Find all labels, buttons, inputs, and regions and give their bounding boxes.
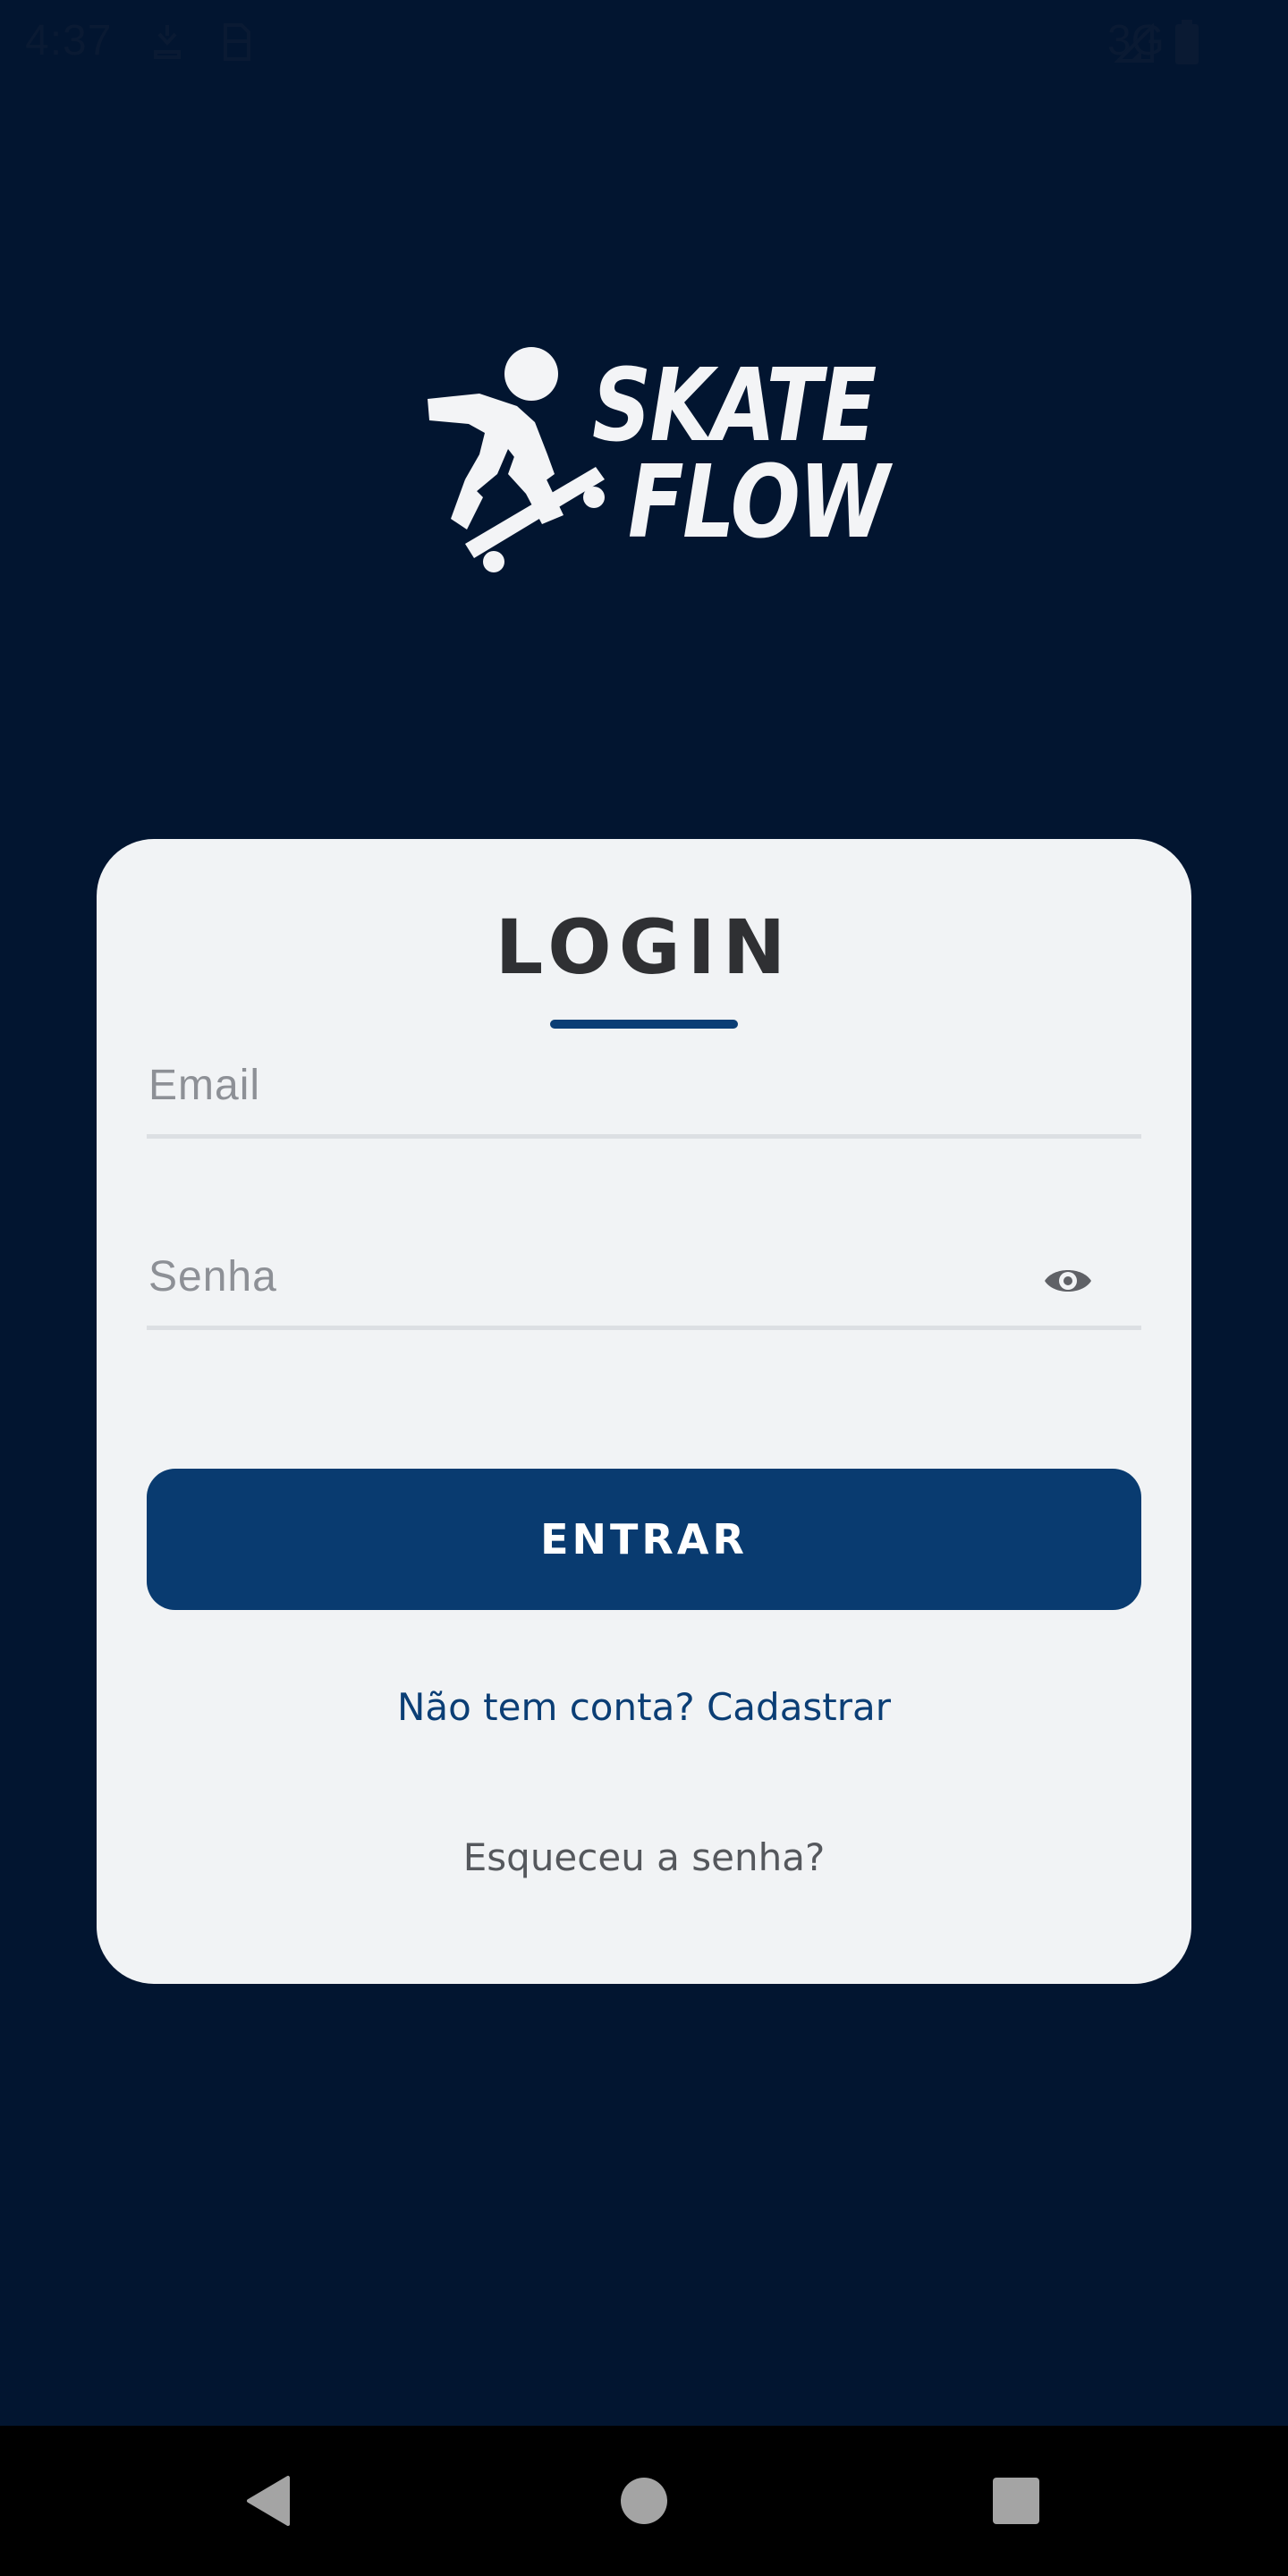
- email-input[interactable]: [147, 1036, 1043, 1134]
- enter-button[interactable]: ENTRAR: [147, 1469, 1141, 1610]
- sim-icon: [220, 21, 252, 66]
- notification-icon: [150, 21, 184, 64]
- logo-text-skate: SKATE: [592, 348, 877, 464]
- login-title: LOGIN: [495, 903, 793, 991]
- status-bar: 4:37 3G: [0, 0, 1288, 89]
- app-logo: SKATE FLOW: [420, 340, 889, 590]
- signup-link[interactable]: Não tem conta? Cadastrar: [97, 1685, 1191, 1729]
- skateboarder-icon: [428, 347, 605, 572]
- home-circle-icon[interactable]: [590, 2426, 698, 2576]
- navigation-bar: [0, 2426, 1288, 2576]
- back-triangle-icon[interactable]: [215, 2426, 322, 2576]
- forgot-password-link[interactable]: Esqueceu a senha?: [97, 1835, 1191, 1879]
- logo-text-flow: FLOW: [628, 445, 889, 561]
- battery-icon: [1174, 20, 1200, 70]
- password-field-wrapper: [147, 1227, 1141, 1330]
- recents-square-icon[interactable]: [962, 2426, 1070, 2576]
- email-field-wrapper: [147, 1036, 1141, 1139]
- password-input[interactable]: [147, 1227, 1043, 1326]
- signal-icon: [1114, 22, 1156, 68]
- login-card: LOGIN ENTRAR Não tem conta? Cadastrar Es…: [97, 839, 1191, 1984]
- eye-icon[interactable]: [1041, 1254, 1095, 1308]
- title-underline: [550, 1020, 738, 1029]
- status-time: 4:37: [25, 17, 113, 64]
